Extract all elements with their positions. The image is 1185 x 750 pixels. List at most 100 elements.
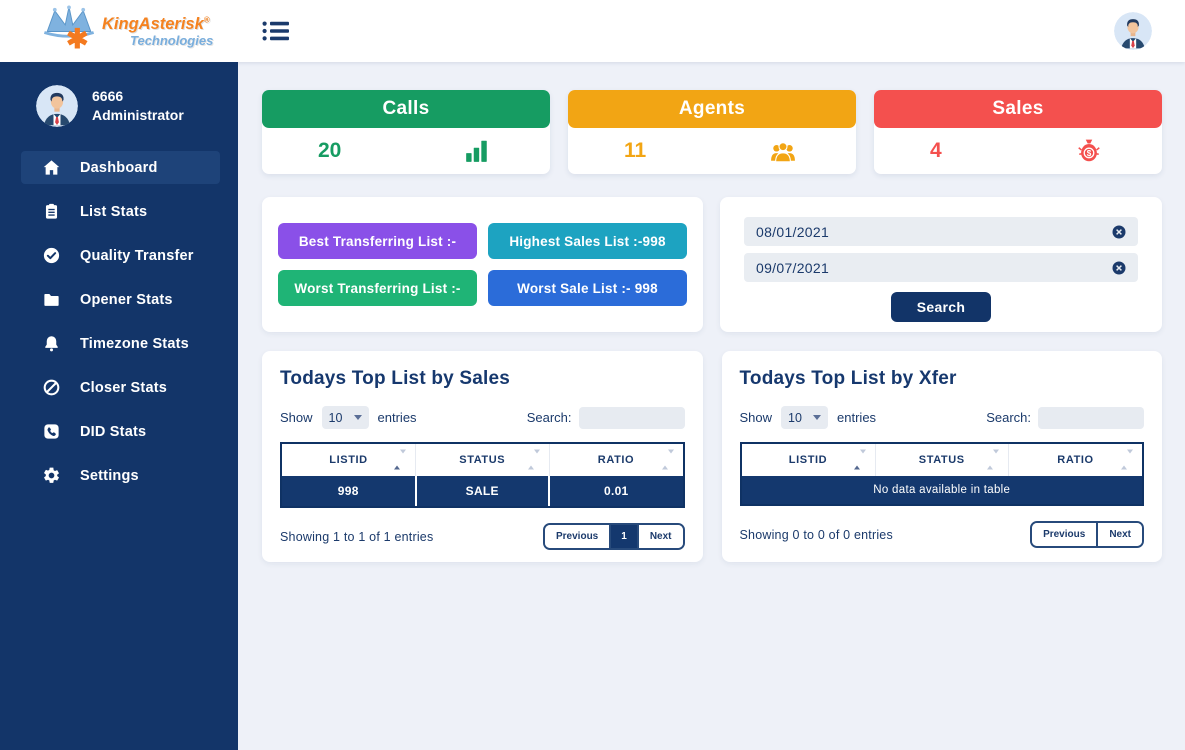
sort-icon	[1121, 454, 1133, 466]
date-filter-panel: 08/01/2021 09/07/2021 Search	[720, 197, 1162, 332]
svg-text:$: $	[1087, 149, 1092, 158]
user-id: 6666	[92, 87, 184, 106]
quick-lists-panel: Best Transferring List :- Highest Sales …	[262, 197, 703, 332]
menu-toggle-icon[interactable]	[262, 19, 289, 43]
sidebar-item-opener-stats[interactable]: Opener Stats	[21, 283, 220, 316]
bell-icon	[42, 334, 61, 353]
date-search-button[interactable]: Search	[891, 292, 992, 322]
sales-table: LISTID STATUS RATIO 998 SALE 0.01	[282, 444, 683, 506]
user-role: Administrator	[92, 106, 184, 125]
main-content: Calls 20 Agents 11 Sales	[238, 62, 1185, 750]
show-label: Show	[740, 410, 773, 425]
sidebar-item-label: Timezone Stats	[80, 336, 189, 352]
brand-subtitle: Technologies	[130, 33, 213, 48]
no-data-cell: No data available in table	[742, 476, 1143, 504]
column-header-status[interactable]: STATUS	[875, 444, 1009, 476]
sales-showing-entries: Showing 1 to 1 of 1 entries	[280, 530, 433, 544]
sidebar-item-did-stats[interactable]: DID Stats	[21, 415, 220, 448]
sort-icon	[987, 454, 999, 466]
sales-value: 4	[930, 139, 942, 163]
best-transferring-list-button[interactable]: Best Transferring List :-	[278, 223, 477, 259]
sidebar-item-timezone-stats[interactable]: Timezone Stats	[21, 327, 220, 360]
sort-icon	[394, 454, 406, 466]
sidebar-user-meta: 6666 Administrator	[92, 87, 184, 125]
column-header-status[interactable]: STATUS	[416, 444, 550, 476]
sidebar-item-label: Settings	[80, 468, 139, 484]
page-number-button[interactable]: 1	[609, 525, 639, 548]
sidebar-item-label: DID Stats	[80, 424, 146, 440]
end-date-input[interactable]: 09/07/2021	[744, 253, 1138, 282]
sales-table-title: Todays Top List by Sales	[280, 368, 685, 390]
check-circle-icon	[42, 246, 61, 265]
sidebar-user-block: 6666 Administrator	[0, 62, 238, 127]
search-label: Search:	[986, 410, 1031, 425]
sidebar-item-label: Closer Stats	[80, 380, 167, 396]
show-label: Show	[280, 410, 313, 425]
page-size-select[interactable]: 10	[322, 406, 369, 429]
home-icon	[42, 158, 61, 177]
sidebar-item-label: List Stats	[80, 204, 147, 220]
sales-card-header: Sales	[874, 90, 1162, 128]
tables-row: Todays Top List by Sales Show 10 entries…	[262, 351, 1162, 562]
gear-icon	[42, 466, 61, 485]
top-list-xfer-panel: Todays Top List by Xfer Show 10 entries …	[722, 351, 1163, 562]
sales-table-search-input[interactable]	[579, 407, 685, 429]
cell-listid: 998	[282, 476, 416, 506]
chevron-down-icon	[813, 415, 821, 420]
sidebar-item-quality-transfer[interactable]: Quality Transfer	[21, 239, 220, 272]
clear-end-date-icon[interactable]	[1112, 261, 1126, 275]
highest-sales-list-button[interactable]: Highest Sales List :-998	[488, 223, 687, 259]
phone-square-icon	[42, 422, 61, 441]
sidebar-item-list-stats[interactable]: List Stats	[21, 195, 220, 228]
agents-value: 11	[624, 139, 646, 163]
search-label: Search:	[527, 410, 572, 425]
next-page-button[interactable]: Next	[1098, 523, 1142, 546]
sort-icon	[662, 454, 674, 466]
calls-value: 20	[318, 139, 341, 163]
sidebar: 6666 Administrator Dashboard List Stats …	[0, 62, 238, 750]
page-size-select[interactable]: 10	[781, 406, 828, 429]
cell-ratio: 0.01	[549, 476, 683, 506]
sort-icon	[854, 454, 866, 466]
column-header-listid[interactable]: LISTID	[282, 444, 416, 476]
asterisk-logo-icon: ✱	[66, 26, 89, 53]
start-date-input[interactable]: 08/01/2021	[744, 217, 1138, 246]
sidebar-user-avatar	[36, 85, 78, 127]
xfer-pagination: Previous Next	[1030, 521, 1144, 548]
entries-label: entries	[378, 410, 417, 425]
next-page-button[interactable]: Next	[639, 525, 683, 548]
registered-mark: ®	[204, 16, 210, 25]
bar-chart-icon	[462, 138, 492, 164]
user-avatar[interactable]	[1114, 12, 1152, 50]
sort-icon	[528, 454, 540, 466]
column-header-listid[interactable]: LISTID	[742, 444, 876, 476]
worst-transferring-list-button[interactable]: Worst Transferring List :-	[278, 270, 477, 306]
agents-card: Agents 11	[568, 90, 856, 174]
worst-sale-list-button[interactable]: Worst Sale List :- 998	[488, 270, 687, 306]
sidebar-item-dashboard[interactable]: Dashboard	[21, 151, 220, 184]
sidebar-item-settings[interactable]: Settings	[21, 459, 220, 492]
sidebar-item-label: Dashboard	[80, 160, 158, 176]
column-header-ratio[interactable]: RATIO	[1009, 444, 1143, 476]
xfer-table-title: Todays Top List by Xfer	[740, 368, 1145, 390]
xfer-table-search-input[interactable]	[1038, 407, 1144, 429]
clear-start-date-icon[interactable]	[1112, 225, 1126, 239]
entries-label: entries	[837, 410, 876, 425]
top-header: ✱ KingAsterisk® Technologies	[0, 0, 1185, 62]
agents-group-icon	[768, 138, 798, 164]
calls-card-header: Calls	[262, 90, 550, 128]
folder-icon	[42, 290, 61, 309]
cell-status: SALE	[416, 476, 550, 506]
start-date-value: 08/01/2021	[756, 224, 829, 240]
column-header-ratio[interactable]: RATIO	[549, 444, 683, 476]
calls-card: Calls 20	[262, 90, 550, 174]
sidebar-item-closer-stats[interactable]: Closer Stats	[21, 371, 220, 404]
table-row: 998 SALE 0.01	[282, 476, 683, 506]
chevron-down-icon	[354, 415, 362, 420]
brand-logo: ✱ KingAsterisk® Technologies	[40, 2, 230, 60]
filters-row: Best Transferring List :- Highest Sales …	[262, 197, 1162, 332]
previous-page-button[interactable]: Previous	[545, 525, 609, 548]
xfer-showing-entries: Showing 0 to 0 of 0 entries	[740, 528, 893, 542]
xfer-table: LISTID STATUS RATIO No data available in…	[742, 444, 1143, 504]
previous-page-button[interactable]: Previous	[1032, 523, 1096, 546]
